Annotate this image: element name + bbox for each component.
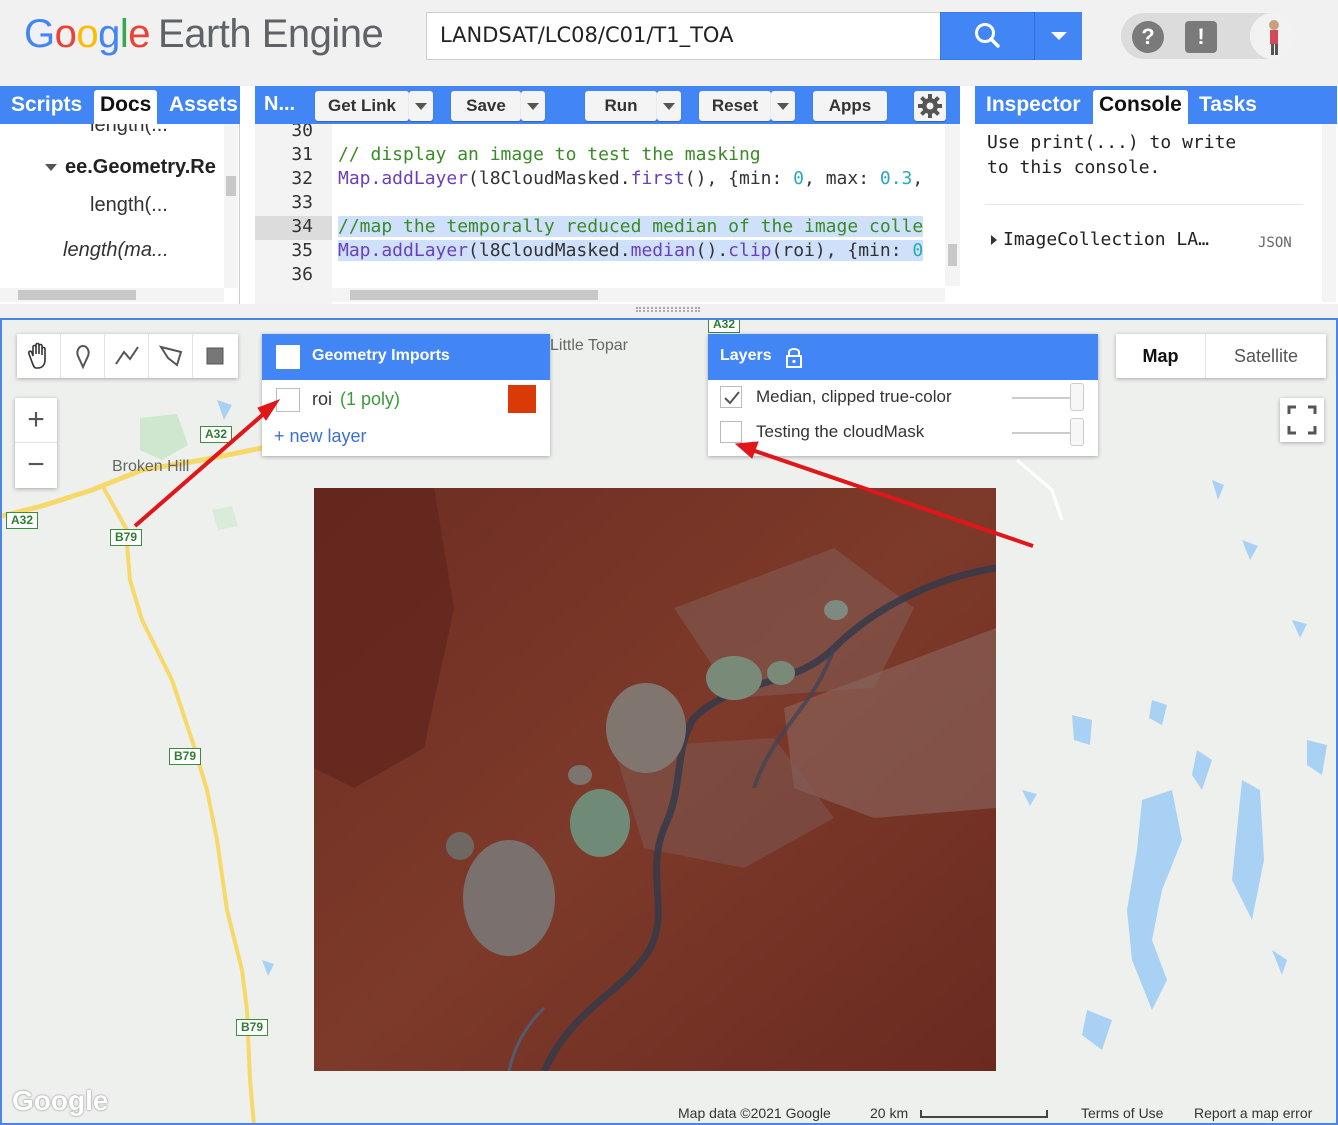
scale-bar	[920, 1110, 1048, 1118]
map-splitter-handle[interactable]	[0, 304, 1338, 318]
code-editor[interactable]: 30 31 32 33 34 35 36 // display an image…	[255, 124, 960, 304]
json-badge[interactable]: JSON	[1258, 235, 1292, 251]
tab-console[interactable]: Console	[1093, 90, 1188, 124]
logo-product-name: Earth Engine	[158, 12, 384, 56]
code-line[interactable]: // display an image to test the masking	[338, 144, 761, 165]
code-token: first	[630, 168, 685, 189]
code-line[interactable]: Map.addLayer(l8CloudMasked.first(), {min…	[338, 168, 923, 189]
settings-button[interactable]	[914, 91, 946, 121]
code-token: 0.3	[879, 168, 913, 189]
code-token: clip	[728, 240, 772, 261]
doc-entry[interactable]: length(ma...	[63, 239, 169, 262]
get-link-dropdown[interactable]	[409, 91, 433, 121]
code-line[interactable]: Map.addLayer(l8CloudMasked.median().clip…	[338, 240, 924, 261]
chevron-down-icon	[527, 103, 539, 110]
line-number: 32	[291, 168, 313, 189]
docs-vertical-scrollbar[interactable]	[224, 124, 238, 288]
console-panel: Use print(...) to write to this console.…	[975, 124, 1337, 304]
search-options-dropdown[interactable]	[1034, 12, 1082, 60]
code-token: Map.addLayer	[338, 240, 469, 261]
code-token: (l8CloudMasked.	[468, 240, 631, 261]
reset-dropdown[interactable]	[771, 91, 795, 121]
header: Google Earth Engine LANDSAT/LC08/C01/T1_T…	[0, 0, 1338, 86]
editor-vertical-scrollbar[interactable]	[945, 124, 960, 286]
console-scrollbar[interactable]	[1322, 124, 1336, 302]
code-token: 0	[912, 240, 924, 261]
code-token: 0	[793, 168, 805, 189]
docs-horizontal-scrollbar[interactable]	[0, 288, 224, 302]
line-number: 31	[291, 144, 313, 165]
right-panel-tabbar: Inspector Console Tasks	[975, 86, 1337, 124]
gear-icon	[918, 94, 942, 118]
code-token: ().	[695, 240, 729, 261]
code-token: ,	[912, 168, 924, 189]
line-number: 34	[291, 216, 313, 237]
search-button[interactable]	[940, 12, 1035, 60]
logo-letter: e	[128, 12, 151, 56]
run-dropdown[interactable]	[657, 91, 681, 121]
line-number: 35	[291, 240, 313, 261]
earth-engine-app: Google Earth Engine LANDSAT/LC08/C01/T1_T…	[0, 0, 1338, 1125]
report-map-error-link[interactable]: Report a map error	[1194, 1105, 1312, 1121]
logo-letter: l	[119, 12, 129, 56]
scale-label: 20 km	[870, 1105, 909, 1121]
google-watermark: Google	[12, 1085, 109, 1116]
map-view[interactable]: Little Topar Broken Hill A32 A32 A32 B79…	[0, 318, 1338, 1125]
left-panel-tabbar: Scripts Docs Assets	[0, 86, 240, 124]
avatar-image	[1250, 13, 1296, 59]
search-input[interactable]: LANDSAT/LC08/C01/T1_TOA	[426, 12, 941, 60]
line-number: 33	[291, 192, 313, 213]
doc-entry[interactable]: length(...	[90, 194, 168, 217]
code-token: Map.addLayer	[338, 168, 469, 189]
tab-tasks[interactable]: Tasks	[1193, 90, 1263, 124]
apps-button[interactable]: Apps	[813, 91, 887, 121]
doc-entry[interactable]: length(...	[90, 124, 168, 137]
help-icon[interactable]: ?	[1132, 21, 1164, 53]
map-data-attribution: Map data ©2021 Google	[678, 1105, 831, 1121]
chevron-down-icon	[1051, 32, 1067, 40]
chevron-down-icon	[663, 103, 675, 110]
tab-scripts[interactable]: Scripts	[5, 90, 88, 124]
logo-letter: o	[76, 12, 99, 56]
editor-toolbar: N... Get Link Save Run Reset Apps	[255, 86, 960, 124]
get-link-button[interactable]: Get Link	[315, 91, 409, 121]
feedback-icon[interactable]: !	[1185, 21, 1217, 53]
run-button[interactable]: Run	[585, 91, 657, 121]
console-entry[interactable]: ImageCollection LA…	[1003, 229, 1209, 250]
code-token: (roi), {min:	[771, 240, 913, 261]
code-line[interactable]: //map the temporally reduced median of t…	[338, 216, 924, 237]
chevron-right-icon[interactable]	[990, 234, 998, 246]
reset-button[interactable]: Reset	[699, 91, 771, 121]
save-button[interactable]: Save	[451, 91, 521, 121]
logo-letter: o	[54, 12, 77, 56]
google-earth-engine-logo[interactable]: Google Earth Engine	[24, 12, 384, 57]
docs-panel: length(... ee.Geometry.Re length(... len…	[0, 124, 240, 304]
line-number: 36	[291, 264, 313, 285]
save-dropdown[interactable]	[521, 91, 545, 121]
editor-horizontal-scrollbar[interactable]	[332, 288, 945, 302]
tab-docs[interactable]: Docs	[94, 90, 158, 124]
terms-of-use-link[interactable]: Terms of Use	[1081, 1105, 1163, 1121]
console-hint: to this console.	[987, 157, 1161, 178]
search-icon	[975, 23, 1000, 48]
code-token: , max:	[804, 168, 880, 189]
tab-inspector[interactable]: Inspector	[980, 90, 1087, 124]
logo-letter: G	[24, 12, 55, 56]
line-number: 30	[291, 124, 313, 141]
code-token: median	[630, 240, 696, 261]
chevron-down-icon	[777, 103, 789, 110]
logo-letter: g	[98, 12, 120, 56]
console-hint: Use print(...) to write	[987, 132, 1237, 153]
chevron-down-icon	[415, 103, 427, 110]
code-token: (l8CloudMasked.	[468, 168, 631, 189]
chevron-down-icon[interactable]	[44, 162, 58, 172]
script-tab-title[interactable]: N...	[258, 90, 301, 124]
code-token: (), {min:	[684, 168, 794, 189]
doc-class-name[interactable]: ee.Geometry.Re	[65, 156, 216, 179]
tab-assets[interactable]: Assets	[163, 90, 244, 124]
avatar[interactable]	[1250, 13, 1296, 59]
annotation-arrows	[133, 398, 1034, 548]
